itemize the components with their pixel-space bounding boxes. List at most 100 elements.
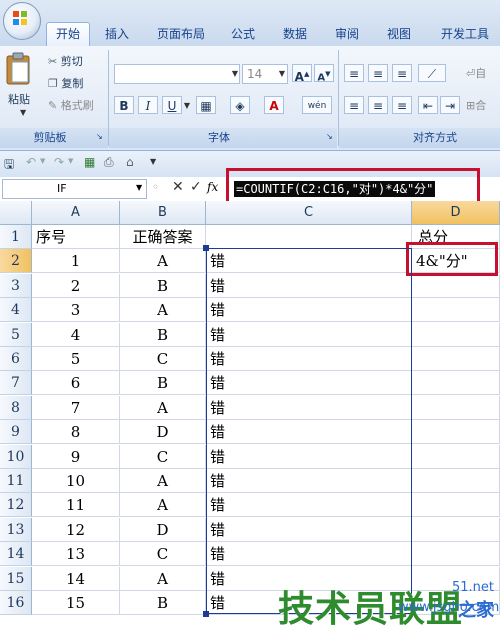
cell-b[interactable]: C: [120, 542, 206, 567]
cell-d[interactable]: [412, 542, 500, 567]
cell-b[interactable]: B: [120, 273, 206, 298]
font-launcher-icon[interactable]: ↘: [326, 132, 333, 141]
align-top-button[interactable]: ≡: [344, 64, 364, 82]
row-header[interactable]: 7: [0, 371, 32, 396]
paste-button[interactable]: [4, 52, 38, 88]
undo-icon[interactable]: ↶: [26, 155, 36, 169]
font-size-dropdown-icon[interactable]: ▼: [277, 65, 287, 83]
cell-b[interactable]: C: [120, 347, 206, 371]
camera-icon[interactable]: ⌂: [126, 155, 134, 169]
row-header[interactable]: 10: [0, 444, 32, 469]
cell-b[interactable]: B: [120, 371, 206, 396]
tab-page-layout[interactable]: 页面布局: [148, 24, 214, 44]
name-box-dropdown-icon[interactable]: ▼: [136, 183, 142, 192]
row-header[interactable]: 5: [0, 322, 32, 347]
cancel-icon[interactable]: ✕: [172, 179, 184, 195]
tab-view[interactable]: 视图: [378, 24, 420, 44]
align-middle-button[interactable]: ≡: [368, 64, 388, 82]
bold-button[interactable]: B: [114, 96, 134, 114]
underline-button[interactable]: U: [162, 96, 182, 114]
format-painter-button[interactable]: ✎ 格式刷: [48, 96, 94, 116]
cell-b[interactable]: A: [120, 249, 206, 274]
cell-a[interactable]: 5: [32, 347, 120, 371]
row-header[interactable]: 14: [0, 542, 32, 567]
grow-font-button[interactable]: A▲: [292, 64, 312, 84]
row-header[interactable]: 16: [0, 591, 32, 615]
column-header-b[interactable]: B: [120, 201, 206, 225]
row-header[interactable]: 8: [0, 395, 32, 420]
cell-d[interactable]: [412, 322, 500, 347]
name-box[interactable]: IF: [2, 179, 147, 199]
column-header-a[interactable]: A: [32, 201, 120, 225]
row-header[interactable]: 11: [0, 469, 32, 493]
cell-b[interactable]: D: [120, 420, 206, 445]
cell-a[interactable]: 3: [32, 298, 120, 323]
row-header[interactable]: 12: [0, 493, 32, 518]
cell-d[interactable]: [412, 469, 500, 493]
merge-button[interactable]: ⊞合: [466, 96, 486, 116]
copy-button[interactable]: ❐ 复制: [48, 74, 83, 94]
cell-b[interactable]: B: [120, 322, 206, 347]
align-left-button[interactable]: ≡: [344, 96, 364, 114]
range-handle[interactable]: [203, 611, 209, 617]
cell-a[interactable]: 15: [32, 591, 120, 615]
cell-a[interactable]: 4: [32, 322, 120, 347]
cell-d[interactable]: [412, 493, 500, 518]
tab-home[interactable]: 开始: [46, 22, 90, 47]
cell-b[interactable]: A: [120, 493, 206, 518]
underline-dropdown-icon[interactable]: ▼: [182, 97, 192, 115]
select-all-corner[interactable]: [0, 201, 32, 225]
shrink-font-button[interactable]: A▼: [314, 64, 334, 83]
tab-developer[interactable]: 开发工具: [432, 24, 498, 44]
cell-d[interactable]: [412, 395, 500, 420]
cell-a[interactable]: 12: [32, 517, 120, 542]
cell-b[interactable]: A: [120, 469, 206, 493]
cell-a[interactable]: 14: [32, 566, 120, 591]
tab-data[interactable]: 数据: [274, 24, 316, 44]
row-header[interactable]: 1: [0, 225, 32, 249]
cut-button[interactable]: ✂ 剪切: [48, 52, 83, 72]
save-icon[interactable]: 🖫: [4, 155, 14, 176]
cell-a[interactable]: 1: [32, 249, 120, 274]
cell-a[interactable]: 2: [32, 273, 120, 298]
align-center-button[interactable]: ≡: [368, 96, 388, 114]
cell-d[interactable]: [412, 444, 500, 469]
font-color-button[interactable]: A: [264, 96, 284, 114]
cell-b[interactable]: C: [120, 444, 206, 469]
cell-a[interactable]: 7: [32, 395, 120, 420]
print-preview-icon[interactable]: ⎙: [104, 155, 114, 170]
column-header-c[interactable]: C: [206, 201, 412, 225]
redo-dropdown-icon[interactable]: ▼: [68, 157, 73, 165]
tab-formulas[interactable]: 公式: [222, 24, 264, 44]
formula-options-icon[interactable]: ◦: [152, 180, 159, 194]
orientation-button[interactable]: ⟋: [418, 64, 446, 82]
cell-b[interactable]: A: [120, 395, 206, 420]
row-header[interactable]: 3: [0, 273, 32, 298]
header-cell-b[interactable]: 正确答案: [120, 225, 206, 249]
cell-d[interactable]: [412, 347, 500, 371]
row-header[interactable]: 2: [0, 249, 32, 274]
align-right-button[interactable]: ≡: [392, 96, 412, 114]
borders-button[interactable]: ▦: [196, 96, 216, 114]
cell-a[interactable]: 9: [32, 444, 120, 469]
cell-a[interactable]: 8: [32, 420, 120, 445]
cell-d[interactable]: [412, 420, 500, 445]
wrap-text-button[interactable]: ⏎自: [466, 64, 486, 84]
cell-d[interactable]: [412, 273, 500, 298]
row-header[interactable]: 15: [0, 566, 32, 591]
italic-button[interactable]: I: [138, 96, 158, 114]
cell-d[interactable]: [412, 517, 500, 542]
range-handle[interactable]: [203, 245, 209, 251]
redo-icon[interactable]: ↷: [54, 155, 64, 169]
cell-a[interactable]: 6: [32, 371, 120, 396]
row-header[interactable]: 9: [0, 420, 32, 445]
paste-label[interactable]: 粘贴: [8, 90, 30, 110]
cell-b[interactable]: A: [120, 566, 206, 591]
cell-d[interactable]: [412, 298, 500, 323]
align-bottom-button[interactable]: ≡: [392, 64, 412, 82]
decrease-indent-button[interactable]: ⇤: [418, 96, 438, 114]
customize-toolbar-icon[interactable]: ▼: [150, 157, 156, 166]
header-cell-a[interactable]: 序号: [32, 225, 120, 249]
spreadsheet-icon[interactable]: ▦: [84, 155, 95, 169]
cell-b[interactable]: D: [120, 517, 206, 542]
